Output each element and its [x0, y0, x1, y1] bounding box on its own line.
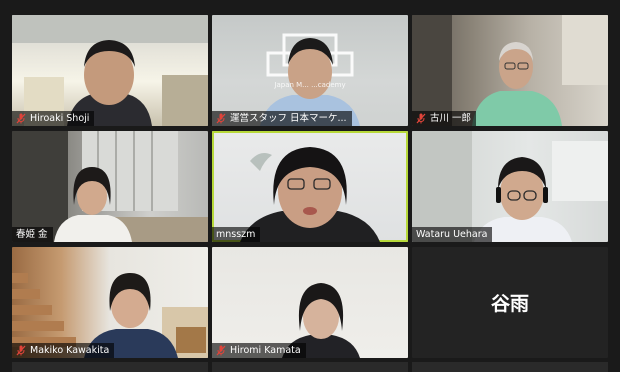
partial-tile	[12, 362, 208, 372]
partial-tile	[412, 362, 608, 372]
partial-tile	[212, 362, 408, 372]
participant-namebar: Wataru Uehara	[412, 227, 493, 242]
participant-video	[412, 131, 608, 242]
participant-name: 運営スタッフ 日本マーケ...	[230, 113, 347, 124]
participant-name: Hiromi Kamata	[230, 345, 301, 356]
video-tile-shunki-kin[interactable]: 春姫 金	[12, 131, 208, 242]
next-row-partial	[12, 362, 608, 372]
participant-display-name: 谷雨	[490, 293, 529, 315]
microphone-muted-icon	[416, 113, 426, 124]
participant-namebar: 春姫 金	[12, 227, 53, 242]
participant-video	[240, 147, 380, 242]
participant-name: mnsszm	[216, 229, 256, 240]
participant-namebar: 運営スタッフ 日本マーケ...	[212, 111, 352, 126]
participant-name: Hiroaki Shoji	[30, 113, 90, 124]
microphone-muted-icon	[216, 345, 226, 356]
participant-namebar: 古川 一郎	[412, 111, 477, 126]
microphone-muted-icon	[16, 113, 26, 124]
microphone-muted-icon	[16, 345, 26, 356]
video-tile-furukawa[interactable]: 古川 一郎	[412, 15, 608, 126]
participant-namebar: Hiromi Kamata	[212, 343, 306, 358]
video-gallery: Hiroaki Shoji Japan M... ...cademy 運営スタッ…	[12, 15, 608, 358]
video-tile-makiko-kawakita[interactable]: Makiko Kawakita	[12, 247, 208, 358]
participant-namebar: Hiroaki Shoji	[12, 111, 95, 126]
video-tile-hiroaki-shoji[interactable]: Hiroaki Shoji	[12, 15, 208, 126]
participant-namebar: mnsszm	[212, 227, 261, 242]
video-tile-mnsszm[interactable]: mnsszm	[212, 131, 408, 242]
video-tile-hiromi-kamata[interactable]: Hiromi Kamata	[212, 247, 408, 358]
microphone-muted-icon	[216, 113, 226, 124]
participant-video	[12, 273, 208, 358]
logo-text: Japan M... ...cademy	[274, 81, 346, 89]
participant-name: Makiko Kawakita	[30, 345, 110, 356]
participant-video	[12, 131, 208, 242]
participant-name: Wataru Uehara	[416, 229, 488, 240]
participant-video	[412, 15, 608, 126]
participant-video	[260, 33, 360, 126]
video-tile-wataru-uehara[interactable]: Wataru Uehara	[412, 131, 608, 242]
video-tile-video-off[interactable]: 谷雨	[412, 247, 608, 358]
participant-namebar: Makiko Kawakita	[12, 343, 115, 358]
participant-video	[282, 283, 360, 358]
participant-name: 古川 一郎	[430, 113, 472, 124]
video-tile-staff[interactable]: Japan M... ...cademy 運営スタッフ 日本マーケ...	[212, 15, 408, 126]
participant-video	[12, 15, 208, 126]
participant-name: 春姫 金	[16, 229, 48, 240]
